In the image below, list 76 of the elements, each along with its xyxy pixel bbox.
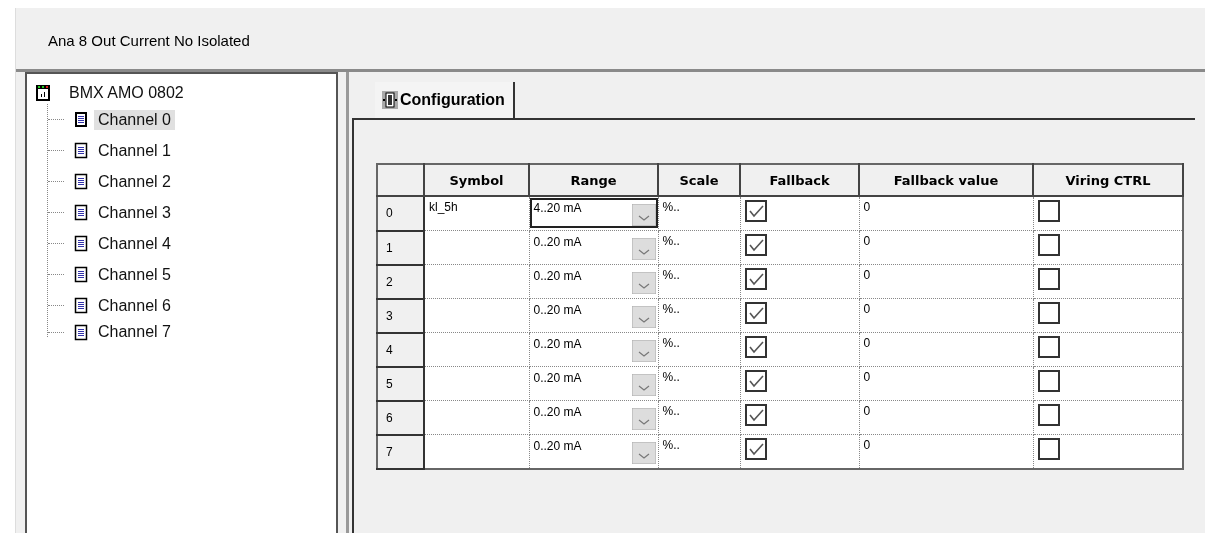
checkbox[interactable]: [744, 336, 767, 358]
tree-item[interactable]: Channel 0: [94, 109, 175, 130]
checkbox[interactable]: [744, 438, 767, 460]
tree-item[interactable]: Channel 7: [94, 322, 175, 342]
row-header: 4: [377, 332, 424, 367]
document-icon: [74, 235, 88, 252]
tree-item[interactable]: Channel 1: [94, 140, 175, 161]
checkbox[interactable]: [744, 268, 767, 290]
column-header[interactable]: Fallback value: [859, 164, 1033, 196]
tree-item[interactable]: Channel 5: [94, 264, 175, 285]
document-icon: [74, 323, 88, 341]
column-header[interactable]: Scale: [658, 164, 740, 196]
table-cell: %..: [658, 400, 740, 435]
tree-item[interactable]: Channel 3: [94, 202, 175, 223]
row-header: 1: [377, 230, 424, 265]
tab[interactable]: Configuration: [375, 82, 515, 118]
checkbox[interactable]: [744, 200, 767, 222]
module-icon: [35, 84, 51, 102]
tree-item[interactable]: Channel 6: [94, 295, 175, 316]
document-icon: [74, 297, 88, 314]
document-icon: [74, 142, 88, 159]
column-header[interactable]: Range: [529, 164, 658, 196]
column-header[interactable]: Fallback: [740, 164, 859, 196]
checkbox[interactable]: [744, 234, 767, 256]
checkbox[interactable]: [1037, 200, 1060, 222]
column-header[interactable]: Viring CTRL: [1033, 164, 1183, 196]
dropdown-arrow-icon: [631, 272, 656, 294]
range-dropdown[interactable]: 4..20 mA: [529, 198, 658, 228]
tree-item[interactable]: Channel 2: [94, 171, 175, 192]
document-icon: [74, 173, 88, 190]
table-cell: %..: [658, 332, 740, 367]
module-title: Ana 8 Out Current No Isolated: [48, 32, 250, 49]
checkbox[interactable]: [1037, 234, 1060, 256]
table-cell: %..: [658, 230, 740, 265]
table-cell: 0: [859, 196, 1033, 231]
table-cell: %..: [658, 264, 740, 299]
row-header: 7: [377, 434, 424, 469]
document-icon: [74, 266, 88, 283]
table-cell: %..: [658, 196, 740, 231]
dropdown-arrow-icon: [631, 306, 656, 328]
dropdown-arrow-icon: [631, 238, 656, 260]
row-header: 2: [377, 264, 424, 299]
dropdown-arrow-icon: [631, 442, 656, 464]
dropdown-arrow-icon: [631, 408, 656, 430]
checkbox[interactable]: [1037, 404, 1060, 426]
header-cell: [377, 164, 424, 196]
checkbox[interactable]: [1037, 302, 1060, 324]
table-cell: kl_5h: [424, 196, 529, 231]
row-header: 0: [377, 196, 424, 231]
checkbox[interactable]: [744, 370, 767, 392]
table-cell: 0: [859, 332, 1033, 367]
checkbox[interactable]: [1037, 268, 1060, 290]
checkbox[interactable]: [1037, 438, 1060, 460]
table-cell: 0: [859, 298, 1033, 333]
document-icon: [74, 204, 88, 221]
row-header: 6: [377, 400, 424, 435]
checkbox[interactable]: [744, 404, 767, 426]
tab-icon: [382, 91, 398, 109]
row-header: 3: [377, 298, 424, 333]
dropdown-arrow-icon: [631, 204, 656, 226]
column-header[interactable]: Symbol: [424, 164, 529, 196]
row-header: 5: [377, 366, 424, 401]
dropdown-arrow-icon: [631, 340, 656, 362]
checkbox[interactable]: [1037, 370, 1060, 392]
table-cell: 0: [859, 264, 1033, 299]
table-cell: %..: [658, 366, 740, 401]
table-cell: 0: [859, 230, 1033, 265]
checkbox[interactable]: [1037, 336, 1060, 358]
table-cell: 0: [859, 400, 1033, 435]
table-cell: 0: [859, 366, 1033, 401]
tree-item[interactable]: BMX AMO 0802: [65, 83, 188, 103]
tree-item[interactable]: Channel 4: [94, 233, 175, 254]
checkbox[interactable]: [744, 302, 767, 324]
dropdown-arrow-icon: [631, 374, 656, 396]
table-cell: %..: [658, 298, 740, 333]
document-icon: [74, 111, 88, 128]
